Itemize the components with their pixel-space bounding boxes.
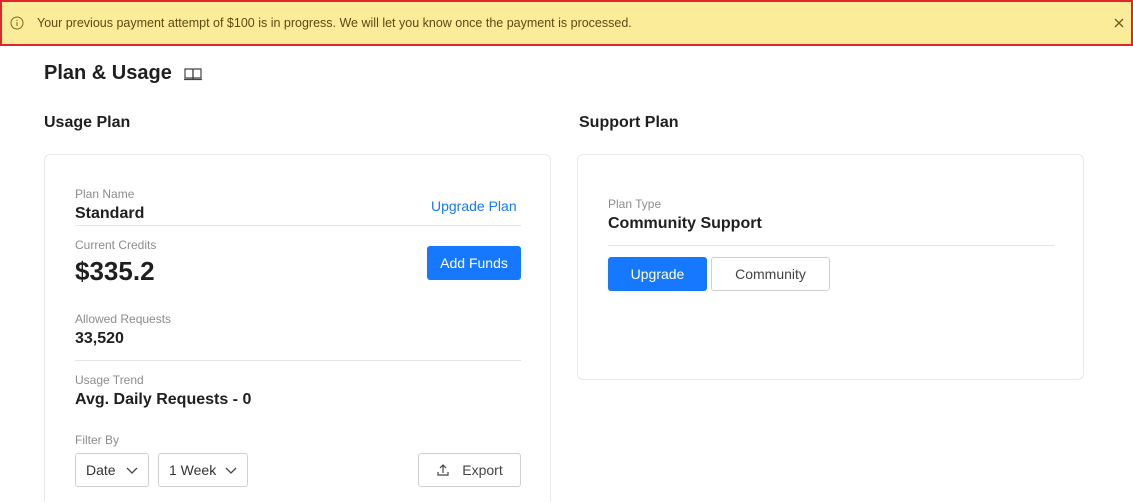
divider [608, 245, 1055, 246]
chevron-down-icon [126, 467, 138, 474]
divider [75, 360, 521, 361]
book-icon[interactable] [183, 66, 203, 82]
divider [75, 225, 521, 226]
allowed-requests-value: 33,520 [75, 330, 124, 347]
period-select-value: 1 Week [169, 462, 217, 478]
page-title: Plan & Usage [44, 62, 172, 84]
current-credits-value: $335.2 [75, 256, 155, 286]
export-label: Export [462, 462, 503, 478]
plan-name-label: Plan Name [75, 187, 135, 201]
support-plan-card: Plan Type Community Support Upgrade Comm… [577, 154, 1084, 380]
export-button[interactable]: Export [418, 453, 521, 487]
period-select[interactable]: 1 Week [158, 453, 248, 487]
allowed-requests-label: Allowed Requests [75, 312, 172, 326]
info-icon [10, 16, 24, 30]
payment-status-banner: Your previous payment attempt of $100 is… [0, 0, 1133, 46]
current-credits-label: Current Credits [75, 238, 157, 252]
usage-plan-heading: Usage Plan [44, 114, 131, 131]
upgrade-plan-link[interactable]: Upgrade Plan [431, 198, 517, 214]
plan-type-value: Community Support [608, 215, 762, 232]
filter-select[interactable]: Date [75, 453, 149, 487]
usage-trend-value: Avg. Daily Requests - 0 [75, 391, 252, 408]
close-icon[interactable] [1110, 14, 1128, 32]
banner-message: Your previous payment attempt of $100 is… [37, 16, 632, 30]
usage-plan-card: Plan Name Standard Upgrade Plan Current … [44, 154, 551, 502]
plan-type-label: Plan Type [608, 197, 662, 211]
support-plan-heading: Support Plan [579, 114, 679, 131]
community-button[interactable]: Community [711, 257, 830, 291]
upload-icon [437, 464, 449, 476]
upgrade-button[interactable]: Upgrade [608, 257, 707, 291]
usage-trend-label: Usage Trend [75, 373, 144, 387]
chevron-down-icon [225, 467, 237, 474]
plan-name-value: Standard [75, 205, 145, 222]
add-funds-button[interactable]: Add Funds [427, 246, 521, 280]
filter-select-value: Date [86, 462, 116, 478]
filter-by-label: Filter By [75, 433, 120, 447]
